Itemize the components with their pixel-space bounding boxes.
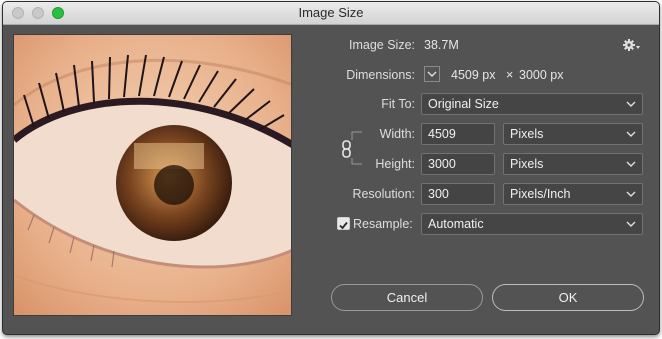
resample-checkbox[interactable] — [337, 217, 350, 230]
height-unit-value: Pixels — [510, 157, 544, 171]
chevron-down-icon — [427, 71, 437, 77]
width-unit-select[interactable]: Pixels — [503, 123, 643, 145]
image-preview[interactable] — [13, 34, 292, 316]
height-label: Height: — [375, 157, 415, 171]
checkmark-icon — [339, 221, 348, 230]
resolution-unit-select[interactable]: Pixels/Inch — [503, 183, 643, 205]
eye-preview-image — [14, 35, 291, 315]
chevron-down-icon — [626, 101, 636, 107]
gear-icon[interactable] — [623, 38, 641, 52]
resample-label: Resample: — [353, 217, 413, 231]
ok-button[interactable]: OK — [492, 284, 644, 311]
dimensions-times: × — [506, 68, 514, 82]
image-size-dialog: Image Size Image Size: 38.7M Dimensions:… — [2, 1, 660, 335]
height-input[interactable]: 3000 — [421, 153, 495, 175]
dimensions-width-value: 4509 px — [451, 68, 496, 82]
resolution-unit-value: Pixels/Inch — [510, 187, 571, 201]
fit-to-label: Fit To: — [381, 97, 415, 111]
chevron-down-icon — [626, 191, 636, 197]
title-bar: Image Size — [3, 2, 659, 25]
chain-link-icon[interactable] — [340, 140, 354, 158]
fit-to-select[interactable]: Original Size — [421, 93, 643, 115]
resolution-label: Resolution: — [352, 187, 415, 201]
dimensions-label: Dimensions: — [346, 68, 415, 82]
width-unit-value: Pixels — [510, 127, 544, 141]
chevron-down-icon — [626, 131, 636, 137]
resample-method-select[interactable]: Automatic — [421, 213, 643, 235]
fit-to-value: Original Size — [428, 97, 499, 111]
image-size-value: 38.7M — [424, 38, 459, 52]
dimensions-toggle[interactable] — [424, 66, 440, 82]
image-size-label: Image Size: — [348, 38, 415, 52]
chevron-down-icon — [626, 221, 636, 227]
resample-method-value: Automatic — [428, 217, 484, 231]
chevron-down-icon — [626, 161, 636, 167]
dimensions-height-value: 3000 px — [519, 68, 564, 82]
cancel-button[interactable]: Cancel — [331, 284, 483, 311]
height-unit-select[interactable]: Pixels — [503, 153, 643, 175]
resolution-input[interactable]: 300 — [421, 183, 495, 205]
window-title: Image Size — [298, 5, 364, 20]
width-label: Width: — [379, 127, 415, 141]
width-input[interactable]: 4509 — [421, 123, 495, 145]
